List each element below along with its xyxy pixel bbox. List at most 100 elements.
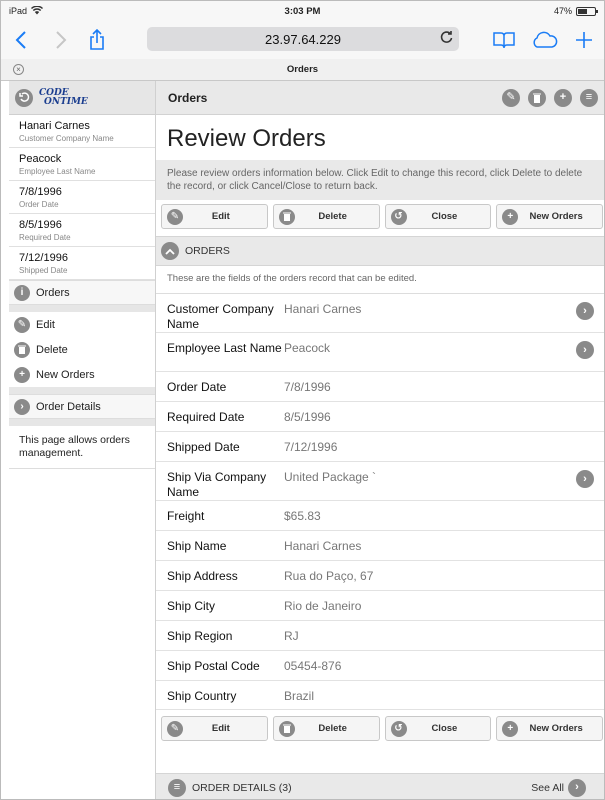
tab-title[interactable]: Orders xyxy=(287,64,318,75)
pencil-icon: ✎ xyxy=(167,208,183,225)
button-label: New Orders xyxy=(529,211,583,222)
device-name: iPad xyxy=(9,6,28,16)
share-button[interactable] xyxy=(77,21,117,59)
icloud-tabs-button[interactable] xyxy=(524,21,564,59)
bookmarks-button[interactable] xyxy=(484,21,524,59)
field-value: Peacock xyxy=(284,341,331,355)
field-label: Ship City xyxy=(167,599,216,613)
close-button[interactable]: ↺ Close xyxy=(384,716,492,741)
new-orders-button[interactable]: + New Orders xyxy=(496,716,603,741)
wifi-icon xyxy=(31,5,44,17)
chevron-right-circle-icon[interactable]: › xyxy=(576,341,594,359)
field-label: Ship Name xyxy=(167,539,227,553)
chevron-right-circle-icon: › xyxy=(568,778,586,797)
back-icon[interactable] xyxy=(15,88,33,107)
book-icon xyxy=(493,32,515,49)
trash-icon xyxy=(278,208,295,225)
url-text: 23.97.64.229 xyxy=(265,31,341,47)
battery-icon xyxy=(576,6,598,16)
divider xyxy=(9,387,155,394)
sidebar-item-order-details[interactable]: › Order Details xyxy=(9,394,155,419)
order-details-section-header[interactable]: ≡ ORDER DETAILS (3) See All › xyxy=(156,773,604,799)
field-value: $65.83 xyxy=(284,509,321,523)
summary-label: Order Date xyxy=(19,200,59,209)
plus-circle-icon: + xyxy=(502,720,519,737)
sidebar-header: CODE ONTIME xyxy=(9,81,155,115)
close-button[interactable]: ↺ Close xyxy=(384,204,492,229)
share-icon xyxy=(90,29,104,50)
field-value: 05454-876 xyxy=(284,659,342,673)
back-button[interactable] xyxy=(1,21,41,59)
edit-icon[interactable]: ✎ xyxy=(502,88,520,107)
sidebar-item-edit[interactable]: ✎ Edit xyxy=(9,312,155,337)
forward-button[interactable] xyxy=(41,21,81,59)
field-label: Freight xyxy=(167,509,205,523)
field-label: Customer Company Name xyxy=(167,302,274,331)
plus-circle-icon: + xyxy=(502,208,519,225)
field-value: 8/5/1996 xyxy=(284,410,331,424)
list-icon: ≡ xyxy=(168,778,186,797)
clock: 3:03 PM xyxy=(284,5,321,17)
plus-circle-icon[interactable]: + xyxy=(554,88,572,107)
sidebar: CODE ONTIME Hanari Carnes Customer Compa… xyxy=(9,81,156,799)
plus-circle-icon: + xyxy=(14,366,30,383)
edit-button[interactable]: ✎ Edit xyxy=(161,716,268,741)
tab-bar: × Orders xyxy=(1,59,604,81)
status-bar: iPad 3:03 PM 47% xyxy=(1,1,604,21)
summary-value: 7/8/1996 xyxy=(19,186,62,198)
summary-label: Employee Last Name xyxy=(19,167,96,176)
summary-label: Required Date xyxy=(19,233,71,242)
back-icon: ↺ xyxy=(390,720,407,737)
trash-icon[interactable] xyxy=(528,88,546,107)
delete-button[interactable]: Delete xyxy=(272,716,380,741)
edit-button[interactable]: ✎ Edit xyxy=(161,204,268,229)
new-orders-button[interactable]: + New Orders xyxy=(496,204,603,229)
see-all-link[interactable]: See All › xyxy=(531,778,586,797)
summary-value: Peacock xyxy=(19,153,62,165)
sidebar-item-new-orders[interactable]: + New Orders xyxy=(9,362,155,387)
field-label: Ship Via Company Name xyxy=(167,470,267,499)
button-label: Close xyxy=(431,211,458,222)
button-label: Delete xyxy=(318,211,347,222)
reload-icon[interactable] xyxy=(440,30,453,47)
logo-line-2: ONTIME xyxy=(44,96,88,107)
field-value: RJ xyxy=(284,629,299,643)
field-row: Order Date 7/8/1996 xyxy=(156,372,604,402)
field-label: Ship Postal Code xyxy=(167,659,260,673)
orders-section-header[interactable]: ORDERS xyxy=(156,236,604,266)
field-row: Ship Postal Code 05454-876 xyxy=(156,651,604,681)
trash-icon xyxy=(278,720,295,737)
info-icon: i xyxy=(14,284,30,301)
sidebar-item-delete[interactable]: Delete xyxy=(9,337,155,362)
menu-icon[interactable]: ≡ xyxy=(580,88,598,107)
button-label: Edit xyxy=(211,723,230,734)
chevron-up-icon[interactable] xyxy=(161,242,179,260)
divider xyxy=(9,419,155,426)
new-tab-button[interactable] xyxy=(564,21,604,59)
summary-field: Peacock Employee Last Name xyxy=(9,148,155,181)
close-tab-icon[interactable]: × xyxy=(13,64,24,75)
plus-icon xyxy=(576,32,592,48)
back-icon: ↺ xyxy=(390,208,407,225)
sidebar-item-orders[interactable]: i Orders xyxy=(9,280,155,305)
chevron-right-circle-icon[interactable]: › xyxy=(576,470,594,488)
button-label: Edit xyxy=(211,211,230,222)
logo-line-1: CODE xyxy=(39,87,69,98)
button-label: Delete xyxy=(318,723,347,734)
summary-field: 7/8/1996 Order Date xyxy=(9,181,155,214)
field-value: Rio de Janeiro xyxy=(284,599,362,613)
sidebar-item-label: Edit xyxy=(36,318,55,331)
field-label: Required Date xyxy=(167,410,245,424)
field-row: Customer Company Name Hanari Carnes › xyxy=(156,294,604,333)
field-label: Employee Last Name xyxy=(167,341,282,355)
page-title: Review Orders xyxy=(167,125,326,152)
summary-label: Customer Company Name xyxy=(19,134,114,143)
field-row: Employee Last Name Peacock › xyxy=(156,333,604,372)
action-buttons-top: ✎ Edit Delete ↺ Close + New Orders xyxy=(156,200,604,233)
field-label: Ship Country xyxy=(167,689,237,703)
chevron-left-icon xyxy=(15,31,26,49)
chevron-right-circle-icon[interactable]: › xyxy=(576,302,594,320)
delete-button[interactable]: Delete xyxy=(272,204,380,229)
address-bar[interactable]: 23.97.64.229 xyxy=(147,27,459,51)
main-content: Orders ✎ + ≡ Review Orders Please review… xyxy=(156,81,604,799)
